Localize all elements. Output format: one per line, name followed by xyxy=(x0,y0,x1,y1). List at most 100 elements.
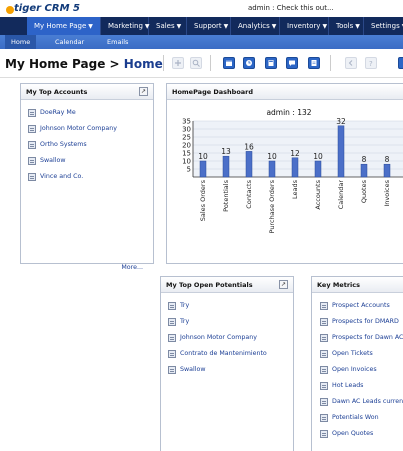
bar xyxy=(199,160,207,178)
panel-header: My Top Open Potentials ↗ xyxy=(161,277,293,293)
menu-inventory[interactable]: Inventory ▼ xyxy=(280,17,329,35)
more-link[interactable]: More... xyxy=(121,264,143,271)
data-label: 32 xyxy=(336,117,346,126)
panel-title: HomePage Dashboard xyxy=(172,88,254,96)
y-tick-label: 30 xyxy=(182,126,191,134)
list-item[interactable]: Try xyxy=(168,301,289,317)
list-item-label: Swallow xyxy=(40,157,66,164)
calendar-icon[interactable] xyxy=(223,57,235,69)
list-item-label: Ortho Systems xyxy=(40,141,87,148)
menu-support[interactable]: Support ▼ xyxy=(187,17,231,35)
record-icon xyxy=(168,350,176,358)
add-widget-icon[interactable] xyxy=(172,57,184,69)
list-item[interactable]: Swallow xyxy=(28,156,149,172)
record-icon xyxy=(168,318,176,326)
list-item[interactable]: Prospect Accounts xyxy=(320,301,403,317)
expand-icon[interactable] xyxy=(398,57,403,69)
list-item-label: Contrato de Mantenimiento xyxy=(180,350,267,357)
submenu-home[interactable]: Home xyxy=(5,35,37,49)
record-icon xyxy=(320,382,328,390)
toolbar-divider xyxy=(163,55,164,71)
menu-sales[interactable]: Sales ▼ xyxy=(149,17,187,35)
main-menu: My Home Page ▼ Marketing ▼ Sales ▼ Support ▼… xyxy=(0,17,403,35)
data-label: 8 xyxy=(385,155,390,164)
y-tick-label: 35 xyxy=(182,118,191,126)
record-icon xyxy=(320,302,328,310)
expand-panel-icon[interactable]: ↗ xyxy=(279,280,288,289)
x-tick-label: Quotes xyxy=(360,179,368,203)
chat-icon[interactable] xyxy=(286,57,298,69)
menu-label: My Home Page xyxy=(34,22,87,30)
y-tick-label: 25 xyxy=(182,134,191,142)
menu-marketing[interactable]: Marketing ▼ xyxy=(101,17,150,35)
list-item[interactable]: Open Tickets xyxy=(320,349,403,365)
record-icon xyxy=(320,318,328,326)
list-item[interactable]: DoeRay Me xyxy=(28,108,149,124)
y-tick-label: 15 xyxy=(182,150,191,158)
potential-list: Try Try Johnson Motor Company Contrato d… xyxy=(168,301,289,381)
list-item[interactable]: Open Quotes xyxy=(320,429,403,445)
menu-label: Analytics xyxy=(238,22,270,30)
app-window: tiger CRM 5 admin : Check this out... My… xyxy=(0,0,403,451)
list-item[interactable]: Swallow xyxy=(168,365,289,381)
list-item[interactable]: Prospects for Dawn AC xyxy=(320,333,403,349)
record-icon xyxy=(168,366,176,374)
breadcrumb[interactable]: My Home Page > xyxy=(5,57,120,71)
submenu-emails[interactable]: Emails xyxy=(101,35,134,49)
list-item[interactable]: Hot Leads xyxy=(320,381,403,397)
x-tick-label: Purchase Orders xyxy=(268,179,276,233)
list-item[interactable]: Johnson Motor Company xyxy=(28,124,149,140)
data-label: 10 xyxy=(313,152,323,161)
user-info: admin : Check this out... xyxy=(248,4,334,12)
list-item[interactable]: Contrato de Mantenimiento xyxy=(168,349,289,365)
notes-icon[interactable] xyxy=(308,57,320,69)
menu-my-home-page[interactable]: My Home Page ▼ xyxy=(27,17,101,35)
list-item[interactable]: Ortho Systems xyxy=(28,140,149,156)
toolbar-divider xyxy=(210,55,211,71)
list-item-label: Open Tickets xyxy=(332,350,373,357)
help-icon[interactable]: ? xyxy=(365,57,377,69)
record-icon xyxy=(168,302,176,310)
list-item[interactable]: Prospects for DMARD xyxy=(320,317,403,333)
record-icon xyxy=(320,414,328,422)
bar xyxy=(314,160,322,178)
list-item-label: Open Quotes xyxy=(332,430,374,437)
top-bar: tiger CRM 5 admin : Check this out... xyxy=(0,0,403,17)
bar xyxy=(222,155,230,178)
record-icon xyxy=(28,125,36,133)
x-tick-label: Sales Orders xyxy=(199,179,207,221)
list-item-label: Prospect Accounts xyxy=(332,302,390,309)
submenu-calendar[interactable]: Calendar xyxy=(49,35,90,49)
list-item[interactable]: Johnson Motor Company xyxy=(168,333,289,349)
menu-tools[interactable]: Tools ▼ xyxy=(329,17,364,35)
expand-panel-icon[interactable]: ↗ xyxy=(139,87,148,96)
menu-settings[interactable]: Settings▼ xyxy=(364,17,403,35)
list-item-label: Prospects for Dawn AC xyxy=(332,334,403,341)
clock-icon[interactable] xyxy=(243,57,255,69)
logo-mark-icon xyxy=(6,6,14,14)
panel-title: My Top Open Potentials xyxy=(166,281,253,289)
dashboard-chart: 510152025303510Sales Orders13Potentials1… xyxy=(182,117,403,233)
list-item[interactable]: Dawn AC Leads current xyxy=(320,397,403,413)
list-item-label: Johnson Motor Company xyxy=(180,334,257,341)
list-item[interactable]: Vince and Co. xyxy=(28,172,149,188)
list-item[interactable]: Potentials Won xyxy=(320,413,403,429)
list-item[interactable]: Try xyxy=(168,317,289,333)
data-label: 13 xyxy=(221,147,231,156)
list-item-label: Vince and Co. xyxy=(40,173,84,180)
top-accounts-panel: My Top Accounts ↗ DoeRay Me Johnson Moto… xyxy=(20,83,154,271)
x-tick-label: Accounts xyxy=(314,179,322,209)
calculator-icon[interactable] xyxy=(265,57,277,69)
menu-label: Inventory xyxy=(287,22,321,30)
logo[interactable]: tiger CRM 5 xyxy=(4,1,82,16)
search-icon[interactable] xyxy=(190,57,202,69)
bar xyxy=(383,163,391,178)
record-icon xyxy=(168,334,176,342)
back-icon[interactable] xyxy=(345,57,357,69)
menu-analytics[interactable]: Analytics ▼ xyxy=(231,17,280,35)
chevron-down-icon: ▼ xyxy=(355,23,360,30)
sub-menu: Home Calendar Emails xyxy=(0,35,403,49)
current-page: Home xyxy=(123,57,163,71)
list-item[interactable]: Open Invoices xyxy=(320,365,403,381)
key-metrics-panel: Key Metrics Prospect Accounts Prospects … xyxy=(311,276,403,451)
